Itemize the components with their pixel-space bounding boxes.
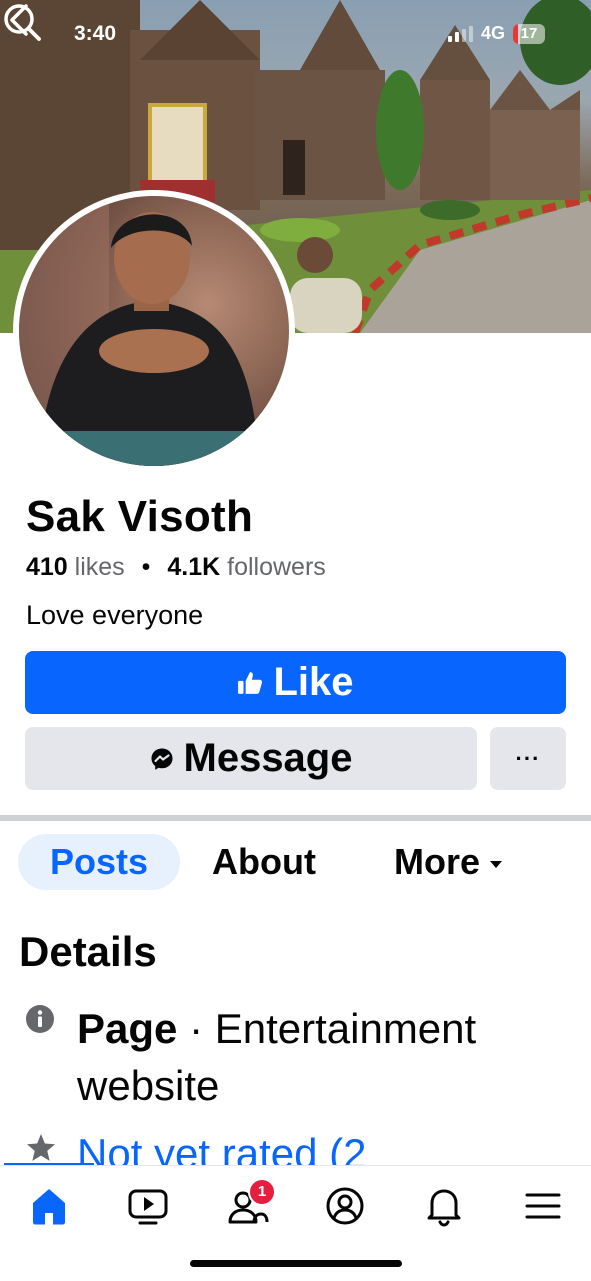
- page-type: Page: [77, 1005, 178, 1052]
- video-icon[interactable]: [126, 1184, 170, 1228]
- followers-count: 4.1K: [167, 553, 221, 581]
- star-icon: [27, 1134, 55, 1161]
- home-icon[interactable]: [27, 1184, 71, 1228]
- bio-text: Love everyone: [26, 600, 204, 630]
- tab-about[interactable]: About: [212, 834, 316, 890]
- battery-level: 17: [520, 24, 538, 42]
- page-category: Page · Entertainment website: [77, 1000, 567, 1114]
- like-button[interactable]: Like: [25, 651, 566, 714]
- chevron-down-icon: [490, 860, 503, 868]
- tab-more[interactable]: More: [394, 834, 503, 890]
- section-divider: [0, 815, 591, 821]
- search-icon[interactable]: [0, 0, 44, 44]
- signal-icon: [447, 25, 473, 42]
- separator-dot: •: [141, 553, 151, 581]
- tab-more-label: More: [394, 841, 481, 882]
- rating-row[interactable]: Not yet rated (2: [0, 1128, 591, 1166]
- avatar-person: [19, 196, 259, 466]
- more-options-button[interactable]: ···: [490, 727, 566, 790]
- likes-label: likes: [74, 553, 125, 581]
- like-button-label: Like: [273, 660, 354, 704]
- avatar: [19, 196, 289, 466]
- likes-count: 410: [26, 553, 68, 581]
- profile-stats: 410 likes • 4.1K followers: [26, 553, 326, 582]
- profile-icon[interactable]: [323, 1184, 367, 1228]
- status-indicators: 4G 17: [447, 23, 545, 44]
- thumbs-up-icon: [238, 671, 263, 694]
- messenger-icon: [151, 748, 172, 770]
- status-time: 3:40: [74, 22, 117, 45]
- page-title: Sak Visoth: [26, 492, 254, 541]
- details-heading: Details: [19, 928, 157, 975]
- network-type: 4G: [480, 23, 505, 43]
- message-button[interactable]: Message: [25, 727, 477, 790]
- bell-icon[interactable]: [422, 1184, 466, 1228]
- home-indicator[interactable]: [190, 1260, 402, 1267]
- info-icon: [26, 1005, 54, 1033]
- rating-text[interactable]: Not yet rated (2: [77, 1130, 366, 1166]
- menu-icon[interactable]: [521, 1184, 565, 1228]
- profile-picture[interactable]: [13, 190, 295, 472]
- followers-label: followers: [227, 553, 326, 581]
- notification-badge: 1: [248, 1178, 276, 1206]
- battery-icon: 17: [513, 23, 545, 44]
- tab-posts[interactable]: Posts: [18, 834, 180, 890]
- message-button-label: Message: [183, 736, 353, 780]
